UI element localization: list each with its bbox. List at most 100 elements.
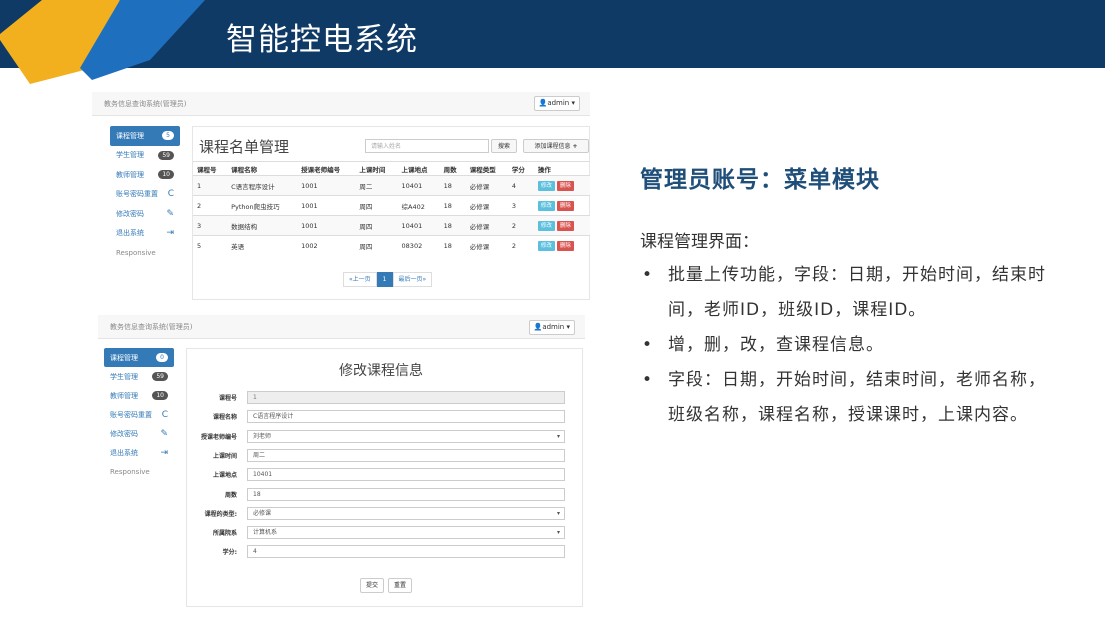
slide-title: 智能控电系统 — [226, 22, 418, 58]
table-cell: 10401 — [397, 215, 440, 236]
count-badge: 5 — [162, 131, 174, 141]
table-cell: 08302 — [397, 235, 440, 256]
form-row: 所属院系 计算机系 ▾ — [187, 526, 565, 540]
sidebar-item[interactable]: 账号密码重置 C — [110, 185, 180, 205]
sidebar-item[interactable]: 修改密码 ✎ — [104, 424, 174, 443]
table-cell: 周四 — [355, 235, 398, 256]
delete-button[interactable]: 删除 — [556, 200, 574, 211]
sidebar-item[interactable]: Responsive — [104, 462, 174, 481]
edit-button[interactable]: 修改 — [537, 200, 555, 211]
add-course-button[interactable]: 添加课程信息 + — [523, 139, 589, 153]
course-list-screenshot: 教务信息查询系统(管理员) 👤admin ▾ 课程管理 5 学生管理 59 教师管理 10… — [92, 92, 590, 300]
last-page-button[interactable]: 最后一页» — [392, 272, 433, 287]
column-header: 授课老师编号 — [297, 161, 356, 176]
table-cell: 周四 — [355, 215, 398, 236]
text-field[interactable]: 周二 — [247, 448, 565, 462]
sidebar-item[interactable]: 退出系统 ⇥ — [110, 224, 180, 244]
bullet-item: 增，删，改，查课程信息。 — [640, 328, 1060, 363]
sidebar-item[interactable]: 学生管理 59 — [104, 367, 174, 386]
submit-button[interactable]: 提交 — [360, 578, 384, 593]
admin-dropdown[interactable]: 👤admin ▾ — [533, 96, 580, 111]
sidebar-item-label: 修改密码 — [116, 209, 144, 218]
column-header: 上课地点 — [397, 161, 440, 176]
panel-title: 课程名单管理 — [199, 138, 290, 156]
user-icon: 👤 — [533, 323, 543, 331]
sidebar-item-label: 教师管理 — [116, 170, 144, 179]
sidebar-item[interactable]: Responsive — [110, 243, 180, 263]
corner-decoration — [0, 0, 205, 84]
form-row: 上课时间 周二 — [187, 448, 565, 462]
bullet-item: 批量上传功能，字段：日期，开始时间，结束时间，老师ID，班级ID，课程ID。 — [640, 258, 1060, 328]
table-cell: 综A402 — [397, 195, 440, 216]
text-field[interactable]: 10401 — [247, 468, 565, 482]
table-cell: 4 — [507, 175, 534, 196]
edit-button[interactable]: 修改 — [537, 180, 555, 191]
field-label: 课程的类型: — [204, 510, 237, 518]
text-field[interactable]: C语言程序设计 — [247, 410, 565, 424]
text-field[interactable]: 4 — [247, 545, 565, 559]
table-cell: 3 — [507, 195, 534, 216]
field-value: 4 — [253, 548, 257, 556]
text-field[interactable]: 18 — [247, 487, 565, 501]
plus-icon: + — [572, 143, 578, 150]
sidebar-item-label: Responsive — [110, 467, 150, 476]
table-cell: 1 — [193, 175, 228, 196]
field-value: 刘老师 — [253, 432, 272, 440]
delete-button[interactable]: 删除 — [556, 220, 574, 231]
search-button[interactable]: 搜索 — [491, 139, 517, 153]
actions-cell: 修改 删除 — [533, 215, 590, 236]
reset-button[interactable]: 重置 — [388, 578, 412, 593]
search-input[interactable]: 请输入姓名 — [365, 139, 489, 153]
select-field[interactable]: 必修课 ▾ — [247, 506, 565, 520]
delete-button[interactable]: 删除 — [556, 180, 574, 191]
sidebar-item-label: 学生管理 — [116, 151, 144, 160]
select-field[interactable]: 刘老师 ▾ — [247, 429, 565, 443]
table-cell: 英语 — [227, 235, 298, 256]
column-header: 上课时间 — [355, 161, 398, 176]
sidebar-item[interactable]: 课程管理 0 — [104, 348, 174, 367]
table-cell: 18 — [439, 195, 466, 216]
sidebar-item-label: 课程管理 — [110, 353, 138, 362]
field-label: 课程号 — [218, 395, 237, 402]
sidebar-item[interactable]: 退出系统 ⇥ — [104, 443, 174, 462]
select-field[interactable]: 计算机系 ▾ — [247, 526, 565, 540]
table-cell: 2 — [507, 235, 534, 256]
edit-button[interactable]: 修改 — [537, 220, 555, 231]
sidebar-item-label: 修改密码 — [110, 429, 138, 438]
sidebar-item-label: 课程管理 — [116, 131, 144, 140]
delete-button[interactable]: 删除 — [556, 240, 574, 251]
description-block: 管理员账号：菜单模块 课程管理界面： 批量上传功能，字段：日期，开始时间，结束时… — [640, 160, 1060, 433]
course-table: 课程号 课程名称 授课老师编号 上课时间 上课地点 周数 课程类型 学分 操作 1 C语言程序设计… — [193, 161, 590, 256]
brand-text: 教务信息查询系统(管理员) — [110, 323, 193, 331]
sidebar-item[interactable]: 学生管理 59 — [110, 146, 180, 166]
prev-page-button[interactable]: «上一页 — [343, 272, 377, 287]
edit-button[interactable]: 修改 — [537, 240, 555, 251]
page-1-button[interactable]: 1 — [376, 272, 393, 287]
sidebar-item[interactable]: 教师管理 10 — [104, 386, 174, 405]
table-row: 1 C语言程序设计 1001 周二 10401 18 必修课 4 修改 删除 — [193, 175, 590, 196]
text-field: 1 — [247, 391, 565, 404]
table-cell: 10401 — [397, 175, 440, 196]
table-cell: 必修课 — [465, 195, 508, 216]
field-value: 10401 — [253, 471, 273, 479]
section-subtitle: 课程管理界面： — [640, 232, 759, 252]
refresh-icon: C — [161, 409, 168, 420]
table-cell: 必修课 — [465, 175, 508, 196]
edit-form-panel: 修改课程信息 课程号 1 课程名称 C语言程序设计 授课老师编号 刘老师 ▾ 上课时间 周二 上课… — [186, 348, 583, 607]
actions-cell: 修改 删除 — [533, 195, 590, 216]
sidebar-item[interactable]: 课程管理 5 — [110, 126, 180, 146]
admin-dropdown[interactable]: 👤admin ▾ — [528, 320, 575, 335]
caret-down-icon: ▾ — [556, 432, 560, 440]
edit-course-screenshot: 教务信息查询系统(管理员) 👤admin ▾ 课程管理 0 学生管理 59 教师管理 10… — [98, 315, 585, 607]
column-header: 学分 — [507, 161, 534, 176]
sidebar-item[interactable]: 修改密码 ✎ — [110, 204, 180, 224]
field-label: 课程名称 — [212, 414, 237, 422]
sidebar-item[interactable]: 教师管理 10 — [110, 165, 180, 185]
field-value: 必修课 — [253, 509, 272, 517]
column-header: 周数 — [439, 161, 466, 176]
sidebar-item-label: 退出系统 — [116, 229, 144, 238]
sidebar-item[interactable]: 账号密码重置 C — [104, 405, 174, 424]
brand-text: 教务信息查询系统(管理员) — [104, 100, 187, 108]
column-header: 操作 — [533, 161, 590, 176]
table-cell: 1002 — [297, 235, 356, 256]
